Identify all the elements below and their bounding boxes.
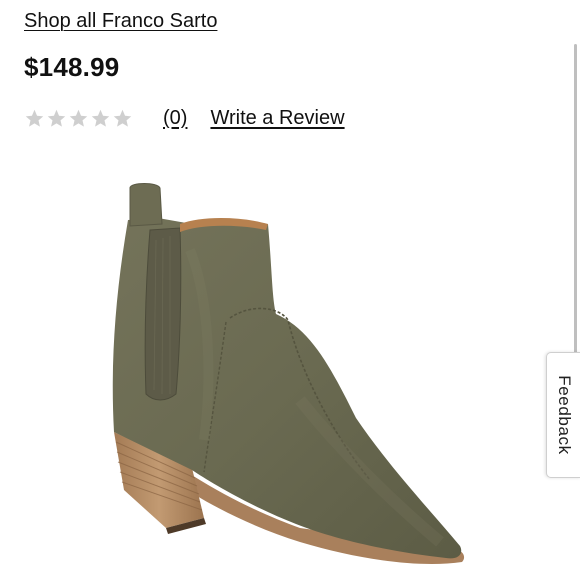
- star-empty-icon: [69, 109, 88, 127]
- write-review-link[interactable]: Write a Review: [210, 107, 344, 130]
- star-empty-icon: [91, 109, 110, 127]
- rating-row: (0) Write a Review: [24, 104, 345, 132]
- star-empty-icon: [25, 109, 44, 127]
- shop-brand-link[interactable]: Shop all Franco Sarto: [24, 10, 217, 33]
- product-page: Shop all Franco Sarto $148.99 (0) Write …: [0, 0, 580, 580]
- feedback-tab[interactable]: Feedback: [546, 352, 580, 478]
- star-empty-icon: [47, 109, 66, 127]
- product-price: $148.99: [24, 52, 120, 82]
- scrollbar[interactable]: [574, 44, 577, 364]
- feedback-label: Feedback: [555, 375, 574, 455]
- star-rating[interactable]: [24, 108, 133, 129]
- ankle-boot-image[interactable]: [100, 180, 480, 580]
- review-count-link[interactable]: (0): [163, 107, 187, 130]
- star-empty-icon: [113, 109, 132, 127]
